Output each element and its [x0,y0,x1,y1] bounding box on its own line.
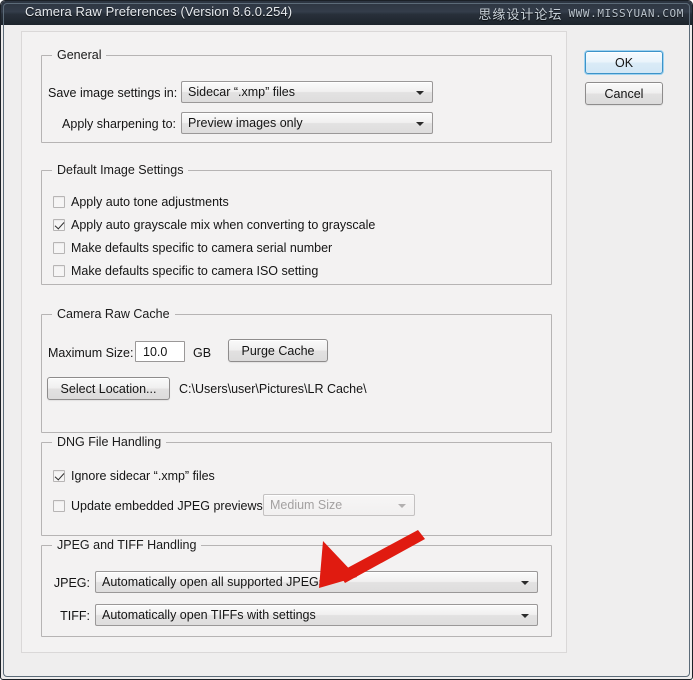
checkbox-defaults-camera-serial[interactable]: Make defaults specific to camera serial … [53,241,332,255]
checkbox-label: Make defaults specific to camera serial … [71,241,333,255]
chevron-down-icon [416,91,424,95]
cache-size-units-label: GB [193,346,212,360]
checkbox-defaults-camera-iso[interactable]: Make defaults specific to camera ISO set… [53,264,318,278]
checkbox-box-icon[interactable] [53,242,65,254]
jpeg-tiff-handling-group-title: JPEG and TIFF Handling [52,538,202,552]
title-bar: Camera Raw Preferences (Version 8.6.0.25… [1,1,692,25]
chevron-down-icon [398,504,406,508]
watermark-url-text: WWW.MISSYUAN.COM [568,7,684,20]
watermark: 思缘设计论坛 WWW.MISSYUAN.COM [478,4,684,23]
save-image-settings-value: Sidecar “.xmp” files [188,85,295,99]
dialog-body: OK Cancel General Save image settings in… [4,25,691,678]
chevron-down-icon [416,122,424,126]
dng-file-handling-group: DNG File Handling [41,435,552,536]
apply-sharpening-dropdown[interactable]: Preview images only [181,112,433,134]
checkbox-box-icon[interactable] [53,265,65,277]
select-location-button[interactable]: Select Location... [47,377,170,400]
ok-button[interactable]: OK [585,51,663,74]
tiff-handling-dropdown[interactable]: Automatically open TIFFs with settings [95,604,538,626]
checkbox-label: Make defaults specific to camera ISO set… [71,264,319,278]
checkbox-apply-auto-tone[interactable]: Apply auto tone adjustments [53,195,229,209]
checkbox-apply-auto-grayscale-mix[interactable]: Apply auto grayscale mix when converting… [53,218,375,232]
checkbox-box-icon[interactable] [53,500,65,512]
watermark-chinese-text: 思缘设计论坛 [478,7,563,22]
checkbox-box-checked-icon[interactable] [53,470,65,482]
chevron-down-icon [521,581,529,585]
save-image-settings-label: Save image settings in: [48,86,178,100]
default-image-settings-group-title: Default Image Settings [52,163,189,177]
checkbox-label: Update embedded JPEG previews: [71,499,267,513]
checkbox-label: Apply auto grayscale mix when converting… [71,218,376,232]
apply-sharpening-label: Apply sharpening to: [62,117,176,131]
maximum-size-label: Maximum Size: [48,346,134,360]
checkbox-update-embedded-jpeg-previews[interactable]: Update embedded JPEG previews: [53,499,266,513]
jpeg-handling-dropdown[interactable]: Automatically open all supported JPEGs [95,571,538,593]
jpeg-label: JPEG: [53,576,90,590]
maximum-size-input[interactable]: 10.0 [135,341,185,362]
checkbox-ignore-sidecar-xmp[interactable]: Ignore sidecar “.xmp” files [53,469,215,483]
camera-raw-cache-group: Camera Raw Cache [41,307,552,433]
dng-file-handling-group-title: DNG File Handling [52,435,167,449]
jpeg-preview-size-dropdown[interactable]: Medium Size [263,494,415,516]
checkbox-label: Apply auto tone adjustments [71,195,229,209]
checkbox-box-checked-icon[interactable] [53,219,65,231]
tiff-handling-value: Automatically open TIFFs with settings [102,608,316,622]
cancel-button[interactable]: Cancel [585,82,663,105]
save-image-settings-dropdown[interactable]: Sidecar “.xmp” files [181,81,433,103]
general-group-title: General [52,48,107,62]
tiff-label: TIFF: [60,609,90,623]
cache-path-text: C:\Users\user\Pictures\LR Cache\ [179,382,367,396]
window-title: Camera Raw Preferences (Version 8.6.0.25… [25,4,293,19]
camera-raw-cache-group-title: Camera Raw Cache [52,307,175,321]
preferences-content-panel: General Save image settings in: Sidecar … [21,31,567,653]
checkbox-label: Ignore sidecar “.xmp” files [71,469,215,483]
purge-cache-button[interactable]: Purge Cache [228,339,328,362]
chevron-down-icon [521,614,529,618]
jpeg-handling-value: Automatically open all supported JPEGs [102,575,326,589]
apply-sharpening-value: Preview images only [188,116,303,130]
checkbox-box-icon[interactable] [53,196,65,208]
jpeg-preview-size-value: Medium Size [270,498,343,512]
camera-raw-preferences-window: Camera Raw Preferences (Version 8.6.0.25… [0,0,693,680]
